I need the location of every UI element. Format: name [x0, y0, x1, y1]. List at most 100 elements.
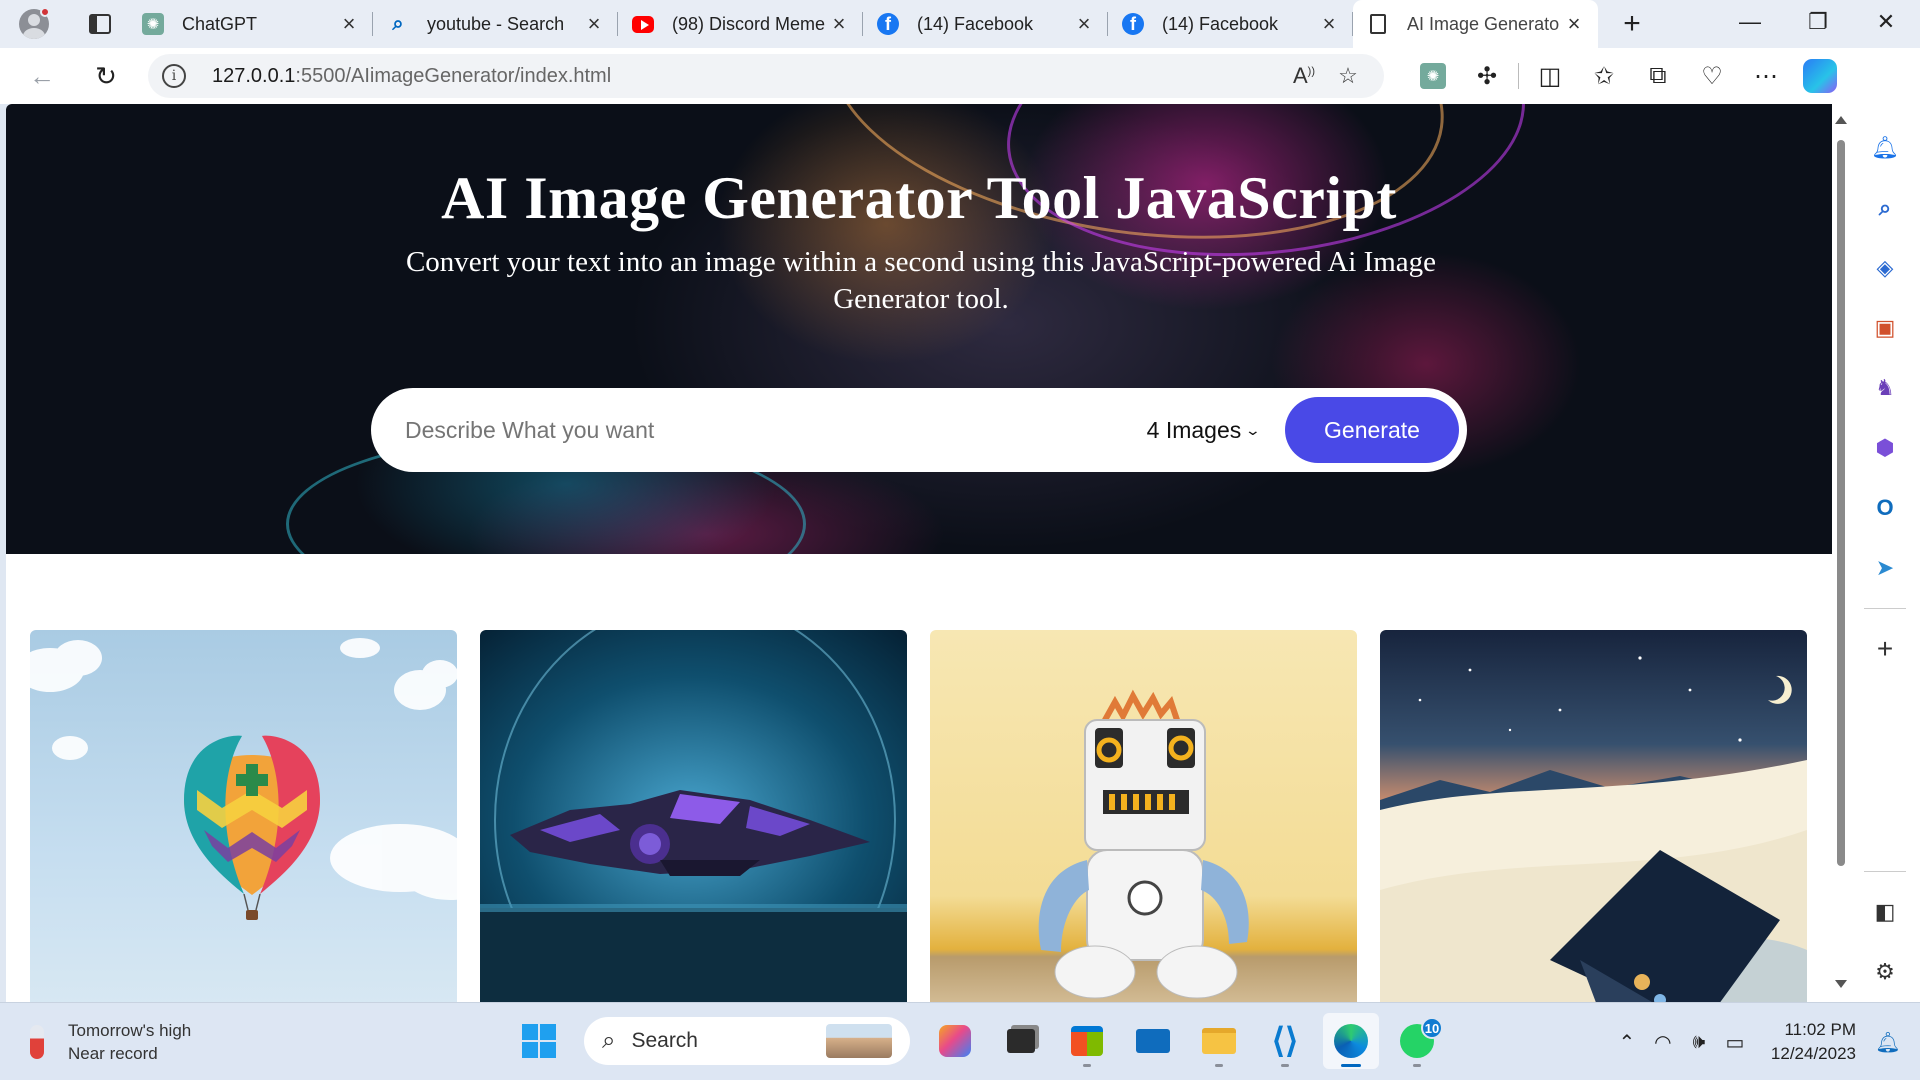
tab-facebook-1[interactable]: f (14) Facebook ×	[863, 0, 1108, 48]
edge-app[interactable]	[1323, 1013, 1379, 1069]
close-tab-icon[interactable]: ×	[1319, 11, 1339, 37]
taskbar-clock[interactable]: 11:02 PM 12/24/2023	[1771, 1018, 1856, 1066]
reload-button[interactable]: ↻	[84, 54, 128, 98]
generate-form: 4 Images ⌄ Generate	[371, 388, 1467, 472]
task-view-app[interactable]	[993, 1013, 1049, 1069]
close-window-button[interactable]: ✕	[1852, 0, 1920, 44]
tab-title: youtube - Search	[427, 13, 565, 34]
copilot-app[interactable]	[927, 1013, 983, 1069]
volume-icon[interactable]: 🕪︎	[1681, 1031, 1717, 1054]
tab-chatgpt[interactable]: ✺ ChatGPT ×	[128, 0, 373, 48]
weather-widget[interactable]: Tomorrow's high Near record	[30, 1019, 191, 1065]
address-bar[interactable]: i 127.0.0.1:5500/AIimageGenerator/index.…	[148, 54, 1384, 98]
collections-icon[interactable]: ⧉	[1631, 54, 1685, 98]
site-info-icon[interactable]: i	[162, 64, 186, 88]
notification-center-bell-icon[interactable]: 🔔︎	[1870, 1030, 1906, 1055]
page-scrollbar[interactable]	[1832, 104, 1850, 1002]
folder-icon	[1202, 1028, 1236, 1054]
tools-briefcase-icon[interactable]: ▣	[1863, 306, 1907, 350]
scroll-up-arrow-icon[interactable]	[1835, 116, 1847, 124]
gallery-image-plush-robot[interactable]	[930, 630, 1357, 1002]
read-aloud-icon[interactable]: A))	[1282, 63, 1326, 89]
edge-sidebar: 🔔︎ ⌕ ◈ ▣ ♞ ⬢ O ➤ + ◧ ⚙	[1850, 104, 1920, 1002]
browser-essentials-icon[interactable]: ♡	[1685, 54, 1739, 98]
search-highlight-image	[826, 1024, 892, 1058]
profile-notification-dot	[40, 7, 50, 17]
browser-toolbar: ← ↻ i 127.0.0.1:5500/AIimageGenerator/in…	[0, 48, 1920, 104]
clock-date: 12/24/2023	[1770, 1044, 1856, 1063]
tab-strip: ✺ ChatGPT × ⌕ youtube - Search × (98) Di…	[0, 0, 1920, 48]
restore-button[interactable]: ❐	[1784, 0, 1852, 44]
tab-facebook-2[interactable]: f (14) Facebook ×	[1108, 0, 1353, 48]
notifications-bell-icon[interactable]: 🔔︎	[1863, 126, 1907, 170]
games-chess-icon[interactable]: ♞	[1863, 366, 1907, 410]
scroll-down-arrow-icon[interactable]	[1835, 980, 1847, 988]
tab-actions-button[interactable]	[78, 4, 122, 44]
facebook-icon: f	[877, 13, 899, 35]
page-viewport: AI Image Generator Tool JavaScript Conve…	[6, 104, 1832, 1002]
url-host: 127.0.0.1	[212, 64, 296, 87]
hide-sidebar-icon[interactable]: ◧	[1863, 890, 1907, 934]
new-tab-button[interactable]: +	[1610, 2, 1654, 46]
snowy-house-illustration	[1380, 656, 1807, 1002]
address-url[interactable]: 127.0.0.1:5500/AIimageGenerator/index.ht…	[212, 65, 1282, 88]
system-tray: ⌃ ◠ 🕪︎ ▭ 11:02 PM 12/24/2023 🔔︎	[1609, 1003, 1920, 1080]
send-drop-icon[interactable]: ➤	[1863, 546, 1907, 590]
add-sidebar-app-icon[interactable]: +	[1863, 627, 1907, 671]
tab-discord-meme[interactable]: (98) Discord Meme ×	[618, 0, 863, 48]
sidebar-separator	[1864, 871, 1906, 872]
extensions-icon[interactable]: ✣	[1460, 54, 1514, 98]
taskbar-apps: ⌕ Search ⟨⟩ 10	[506, 1013, 1450, 1069]
minimize-button[interactable]: —	[1716, 0, 1784, 44]
outlook-icon[interactable]: O	[1863, 486, 1907, 530]
image-count-select[interactable]: 4 Images ⌄	[1147, 417, 1262, 444]
whatsapp-app[interactable]: 10	[1389, 1013, 1445, 1069]
split-screen-icon[interactable]: ◫	[1523, 54, 1577, 98]
page-subtitle: Convert your text into an image within a…	[405, 246, 1437, 315]
vscode-app[interactable]: ⟨⟩	[1257, 1013, 1313, 1069]
generate-button[interactable]: Generate	[1285, 397, 1459, 463]
edge-icon	[1334, 1024, 1368, 1058]
microsoft-store-app[interactable]	[1059, 1013, 1115, 1069]
tab-youtube-search[interactable]: ⌕ youtube - Search ×	[373, 0, 618, 48]
chatgpt-extension-icon[interactable]: ✺	[1406, 54, 1460, 98]
copilot-icon[interactable]	[1793, 54, 1847, 98]
file-explorer-app[interactable]	[1191, 1013, 1247, 1069]
tab-ai-image-generator[interactable]: AI Image Generato ×	[1353, 0, 1598, 48]
more-menu-icon[interactable]: ⋯	[1739, 54, 1793, 98]
wifi-icon[interactable]: ◠	[1645, 1030, 1681, 1055]
microsoft-365-icon[interactable]: ⬢	[1863, 426, 1907, 470]
close-tab-icon[interactable]: ×	[1564, 11, 1584, 37]
image-gallery	[30, 630, 1807, 1002]
tab-title: ChatGPT	[182, 13, 258, 34]
shopping-tag-icon[interactable]: ◈	[1863, 246, 1907, 290]
page-title: AI Image Generator Tool JavaScript	[441, 165, 1397, 231]
gallery-image-hot-air-balloon[interactable]	[30, 630, 457, 1002]
mail-app[interactable]	[1125, 1013, 1181, 1069]
show-hidden-icons-chevron-icon[interactable]: ⌃	[1609, 1030, 1645, 1055]
url-path: :5500/AIimageGenerator/index.html	[295, 64, 612, 87]
taskbar-search[interactable]: ⌕ Search	[584, 1017, 910, 1065]
favorite-star-icon[interactable]: ☆	[1326, 63, 1370, 89]
gallery-image-spaceship[interactable]	[480, 630, 907, 1002]
start-button[interactable]	[511, 1013, 567, 1069]
close-tab-icon[interactable]: ×	[584, 11, 604, 37]
close-tab-icon[interactable]: ×	[339, 11, 359, 37]
prompt-input[interactable]	[405, 416, 1147, 444]
gallery-image-snowy-night-house[interactable]	[1380, 630, 1807, 1002]
close-tab-icon[interactable]: ×	[829, 11, 849, 37]
clock-time: 11:02 PM	[1784, 1020, 1856, 1039]
battery-icon[interactable]: ▭	[1717, 1030, 1753, 1055]
mail-icon	[1136, 1029, 1170, 1053]
profile-button[interactable]	[14, 4, 54, 44]
task-view-icon	[1007, 1029, 1035, 1053]
close-tab-icon[interactable]: ×	[1074, 11, 1094, 37]
scroll-thumb[interactable]	[1837, 140, 1845, 866]
back-button[interactable]: ←	[20, 54, 64, 98]
facebook-icon: f	[1122, 13, 1144, 35]
search-icon[interactable]: ⌕	[1863, 186, 1907, 230]
settings-gear-icon[interactable]: ⚙	[1863, 950, 1907, 994]
favorites-icon[interactable]: ✩	[1577, 54, 1631, 98]
weather-line-1: Tomorrow's high	[68, 1021, 192, 1040]
tab-list: ✺ ChatGPT × ⌕ youtube - Search × (98) Di…	[128, 0, 1598, 48]
